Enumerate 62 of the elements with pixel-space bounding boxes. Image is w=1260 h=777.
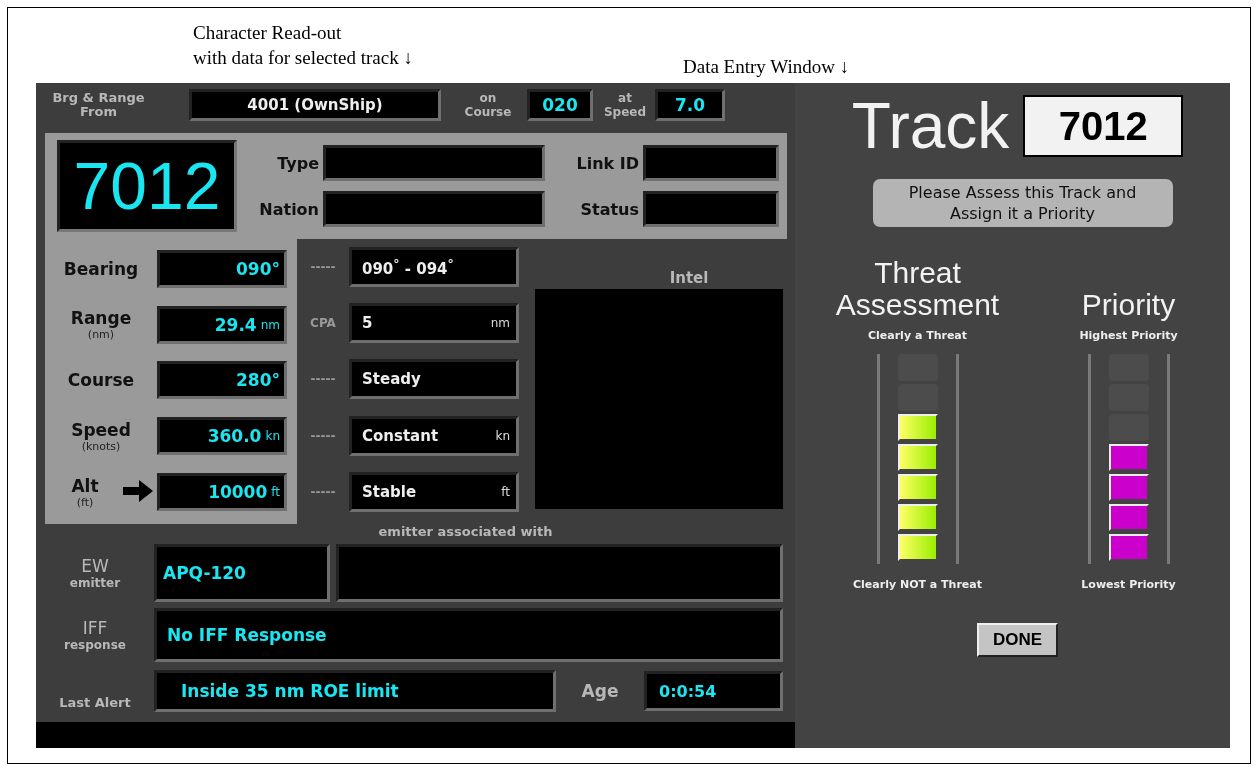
annotation-text: Data Entry Window ↓ [683,56,850,79]
alert-field: Inside 35 nm ROE limit [154,670,556,712]
scale-track[interactable] [876,354,959,564]
value-field: 29.4 nm [157,305,287,344]
emitter-field: APQ-120 [154,544,330,602]
field-label: Type [276,153,320,173]
value-field: 360.0 kn [157,417,287,456]
trend-label: ----- [309,428,337,443]
unit-label: (nm) [87,328,115,342]
prompt-message: Please Assess this Track and Assign it a Priority [872,179,1173,227]
track-number-field: 7012 [1023,95,1184,157]
annotation-text: with data for selected track ↓ [193,46,413,70]
field-label: Link ID [575,153,640,173]
field-label: Nation [258,199,320,219]
speed-field: 7.0 [655,89,725,121]
scale-label: Lowest Priority [1081,578,1176,591]
course-field: 020 [527,89,593,121]
trend-label: ----- [309,260,337,275]
field-label: Status [579,199,640,219]
course-label: on Course [463,91,513,119]
trend-field: Steady [349,359,519,400]
age-label: Age [580,681,620,701]
field-label: Speed [71,419,131,440]
annotation-text: Character Read-out [193,21,343,45]
speed-label: at Speed [602,91,648,119]
last-alert-label: Last Alert [59,695,131,710]
trend-label: ----- [309,484,337,499]
value-field: 090° [157,249,287,288]
intel-label: Intel [669,271,709,285]
scale-title: Priority [1081,287,1176,321]
field-label: Course [67,370,135,391]
scale-label: Clearly NOT a Threat [853,578,982,591]
unit-label: (knots) [81,439,121,453]
ew-sublabel: emitter [69,576,121,590]
arrow-icon [123,480,153,503]
iff-label: IFF [82,618,108,638]
trend-field: Stable ft [349,471,519,512]
track-title: Track [851,91,1010,161]
trend-field: Constant kn [349,415,519,456]
iff-field: No IFF Response [154,608,783,662]
age-field: 0:0:54 [644,671,783,711]
track-number: 7012 [57,140,237,232]
origin-field: 4001 (OwnShip) [189,89,441,121]
field-label: Alt [71,475,99,496]
scale-track[interactable] [1087,354,1170,564]
trend-label: CPA [309,316,337,331]
emitter-caption: emitter associated with [377,524,554,541]
scale-title: Threat Assessment [834,255,1001,321]
field-label: Range [70,308,132,329]
field-label: Bearing [63,258,139,279]
unit-label: (ft) [76,495,94,509]
scale-label: Highest Priority [1079,329,1178,342]
ew-label: EW [81,556,109,576]
value-field: 10000 ft [157,473,287,512]
origin-label: Brg & Range From [51,91,146,119]
iff-sublabel: response [64,638,126,652]
scale-label: Clearly a Threat [867,329,968,342]
done-button[interactable]: DONE [976,623,1059,657]
value-field: 280° [157,361,287,400]
trend-label: ----- [309,372,337,387]
trend-field: 090$^{°}$ - 094$^{°}$ [349,247,519,288]
trend-field: 5 nm [349,303,519,344]
